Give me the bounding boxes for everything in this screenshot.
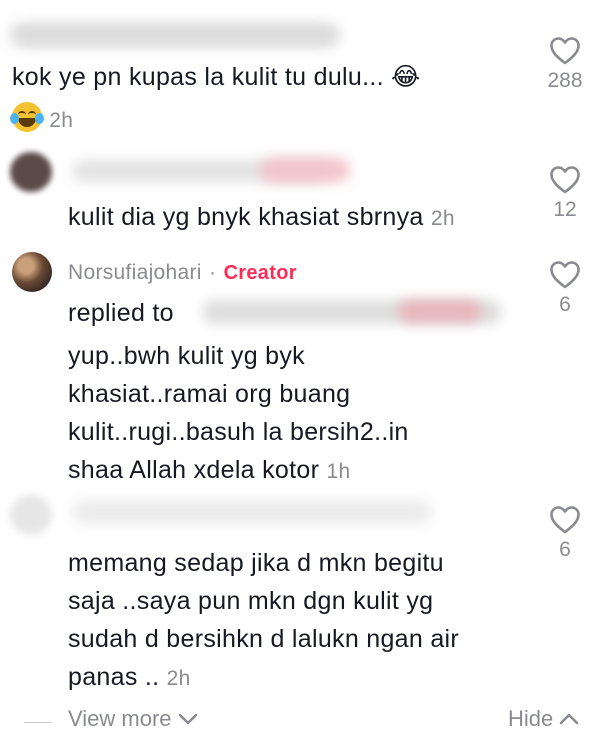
creator-badge: Creator <box>223 262 297 284</box>
like-count: 6 <box>559 293 571 316</box>
blurred-avatar <box>10 495 52 535</box>
blurred-username <box>10 22 340 48</box>
like-count: 6 <box>559 538 571 561</box>
replied-to-label: replied to <box>68 299 174 327</box>
comment-time: 1h <box>326 460 351 483</box>
comment-text: kulit dia yg bnyk khasiat sbrnya 2h <box>68 203 455 231</box>
comment-text: kok ye pn kupas la kulit tu dulu... 😂 <box>12 63 421 91</box>
blurred-username <box>260 158 350 182</box>
chevron-up-icon <box>560 713 579 725</box>
blurred-replied-user <box>398 300 482 322</box>
creator-avatar[interactable] <box>12 252 52 292</box>
comment-header: Norsufiajohari · Creator <box>68 254 297 290</box>
like-button[interactable]: 288 <box>537 36 593 94</box>
separator: · <box>209 261 217 284</box>
view-more-button[interactable]: View more <box>68 706 198 732</box>
hide-button[interactable]: Hide <box>508 706 579 732</box>
like-button[interactable]: 6 <box>537 260 593 318</box>
heart-outline-icon <box>550 261 580 289</box>
view-more-label: View more <box>68 706 172 731</box>
comment-time: 2h <box>430 207 455 230</box>
heart-outline-icon <box>550 37 580 65</box>
blurred-avatar <box>10 152 52 192</box>
like-count: 288 <box>547 69 583 92</box>
divider <box>24 722 52 723</box>
heart-outline-icon <box>550 506 580 534</box>
blurred-username <box>72 500 432 524</box>
like-button[interactable]: 6 <box>537 505 593 563</box>
like-count: 12 <box>553 198 577 221</box>
joy-emoji-icon <box>10 102 44 132</box>
comment-time: 2h <box>166 667 191 690</box>
hide-label: Hide <box>508 706 554 731</box>
heart-outline-icon <box>550 166 580 194</box>
comment-text: memang sedap jika d mkn begitu saja ..sa… <box>68 549 460 691</box>
like-button[interactable]: 12 <box>537 165 593 223</box>
comment-time: 2h <box>49 109 74 132</box>
comment-text: yup..bwh kulit yg byk khasiat..ramai org… <box>68 342 409 484</box>
chevron-down-icon <box>178 713 197 725</box>
username[interactable]: Norsufiajohari <box>68 261 202 284</box>
comment-meta: 2h <box>10 100 74 140</box>
